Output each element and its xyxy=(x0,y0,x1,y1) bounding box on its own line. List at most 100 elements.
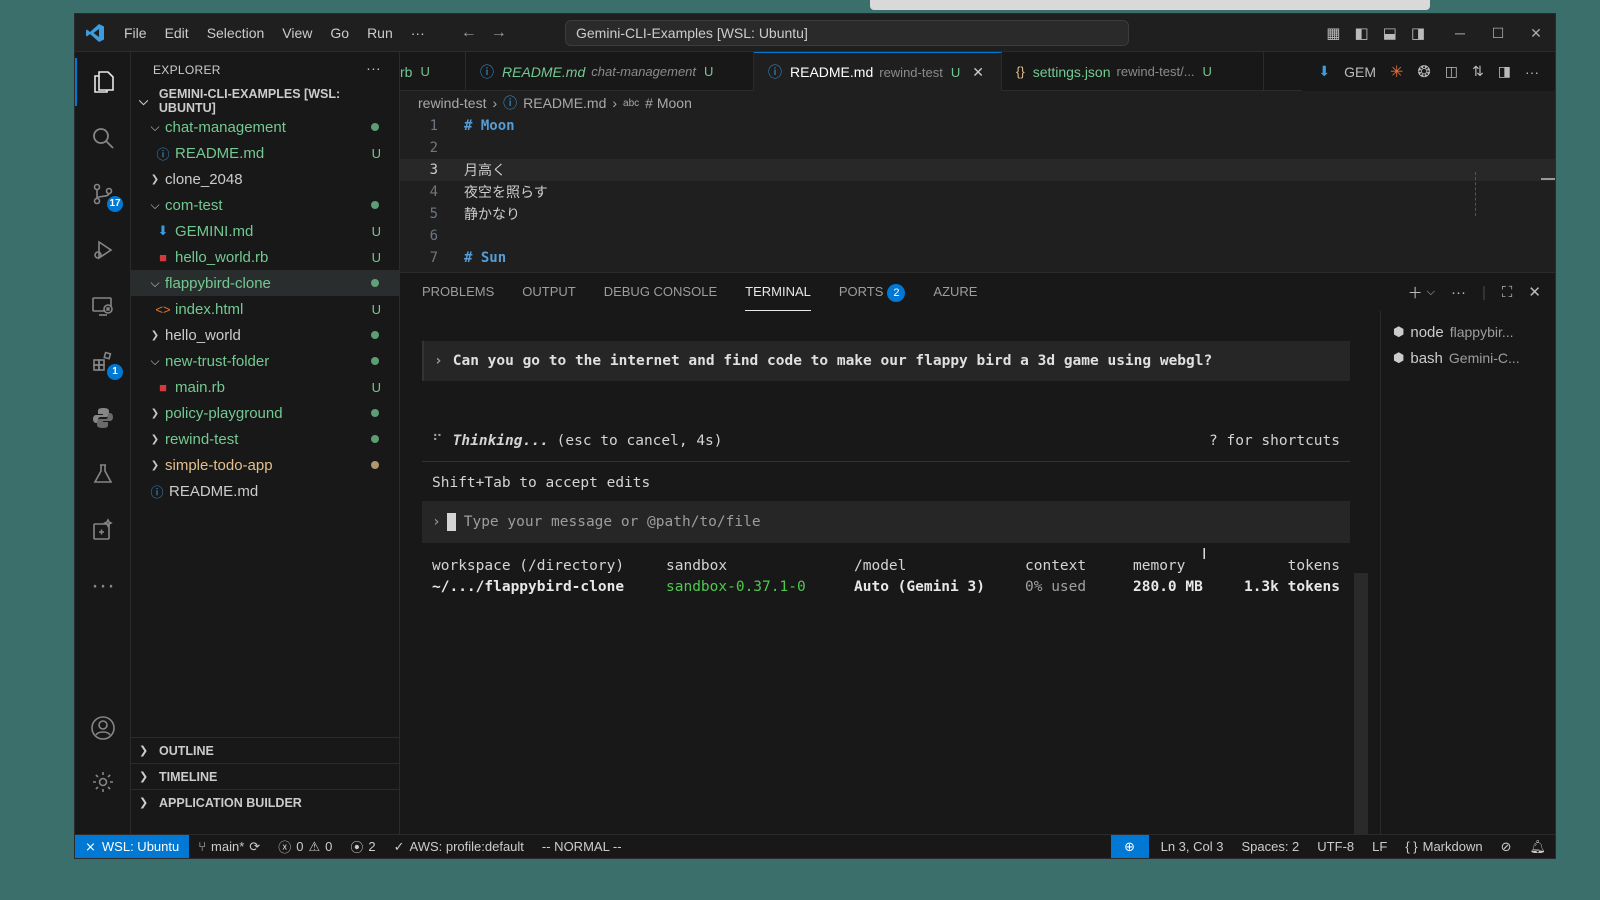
close-panel-icon[interactable]: ✕ xyxy=(1528,283,1541,301)
tree-folder[interactable]: ⌵ com-test xyxy=(131,192,399,218)
aws-profile[interactable]: ✓ AWS: profile:default xyxy=(385,839,533,855)
tab-output[interactable]: OUTPUT xyxy=(522,273,575,311)
gemini-download-icon[interactable]: ⬇ xyxy=(1318,63,1330,80)
message-input[interactable]: › Type your message or @path/to/file xyxy=(422,501,1350,543)
code-editor[interactable]: 1 # Moon 2 3 月高く 4 夜空を照らす 5 静かなり 6 7 # Sun xyxy=(400,115,1555,269)
tree-file[interactable]: <> index.html U xyxy=(131,296,399,322)
extensions-icon[interactable]: 1 xyxy=(75,338,131,386)
code-line[interactable]: 6 xyxy=(400,225,1555,247)
menu-more[interactable]: ··· xyxy=(402,14,434,52)
gem-label[interactable]: GEM xyxy=(1344,64,1376,80)
settings-gear-icon[interactable] xyxy=(75,758,131,806)
toggle-panel-icon[interactable]: ⬓ xyxy=(1383,24,1397,42)
open-preview-icon[interactable]: ◫ xyxy=(1445,63,1458,80)
code-line[interactable]: 5 静かなり xyxy=(400,203,1555,225)
breadcrumb-folder[interactable]: rewind-test xyxy=(418,95,486,111)
terminal-scrollbar[interactable] xyxy=(1354,573,1368,853)
run-debug-icon[interactable] xyxy=(75,226,131,274)
terminal-item-bash[interactable]: ⬢ bash Gemini-C... xyxy=(1381,345,1555,371)
source-control-icon[interactable]: 17 xyxy=(75,170,131,218)
remote-explorer-icon[interactable] xyxy=(75,282,131,330)
branch-indicator[interactable]: ⑂ main* ⟳ xyxy=(189,839,269,855)
tree-folder[interactable]: ❯ hello_world xyxy=(131,322,399,348)
menu-view[interactable]: View xyxy=(273,14,321,52)
testing-flask-icon[interactable] xyxy=(75,450,131,498)
command-center[interactable]: Gemini-CLI-Examples [WSL: Ubuntu] xyxy=(565,20,1129,46)
close-window-icon[interactable]: ✕ xyxy=(1517,14,1555,52)
tab-readme-rewind-test[interactable]: ⓘ README.md rewind-test U ✕ xyxy=(754,52,1002,91)
indentation[interactable]: Spaces: 2 xyxy=(1232,839,1308,854)
tree-folder[interactable]: ❯ simple-todo-app xyxy=(131,452,399,478)
tree-file[interactable]: ⬇ GEMINI.md U xyxy=(131,218,399,244)
claude-spark-icon[interactable]: ✳ xyxy=(1390,62,1403,82)
editor-scrollbar[interactable] xyxy=(1541,178,1555,180)
end-of-line[interactable]: LF xyxy=(1363,839,1396,854)
notifications-bell-icon[interactable]: 🔔︎ xyxy=(1520,839,1555,855)
breadcrumb-symbol[interactable]: # Moon xyxy=(645,95,692,111)
toggle-sidebar-icon[interactable]: ◧ xyxy=(1354,24,1368,42)
maximize-icon[interactable]: ☐ xyxy=(1479,14,1517,52)
forward-arrow-icon[interactable]: → xyxy=(484,24,514,42)
remote-indicator[interactable]: ⨯ WSL: Ubuntu xyxy=(75,834,190,858)
explorer-more-button[interactable]: ··· xyxy=(366,60,381,76)
code-line[interactable]: 4 夜空を照らす xyxy=(400,181,1555,203)
tree-folder[interactable]: ❯ policy-playground xyxy=(131,400,399,426)
language-mode[interactable]: { } Markdown xyxy=(1396,839,1491,854)
problems-indicator[interactable]: ⓧ 0 ⚠ 0 xyxy=(269,837,341,856)
tab-ports[interactable]: PORTS 2 xyxy=(839,273,906,311)
panel-more-icon[interactable]: ··· xyxy=(1451,284,1466,301)
menu-file[interactable]: File xyxy=(115,14,156,52)
split-editor-icon[interactable]: ◨ xyxy=(1498,63,1511,80)
copilot-icon[interactable]: ⊘ xyxy=(1492,839,1521,855)
minimap[interactable] xyxy=(1475,172,1485,216)
customize-layout-icon[interactable]: ▦ xyxy=(1326,24,1340,42)
tab-azure[interactable]: AZURE xyxy=(933,273,977,311)
minimize-icon[interactable]: ─ xyxy=(1441,14,1479,52)
code-line[interactable]: 3 月高く xyxy=(400,159,1555,181)
chevron-down-icon[interactable]: ⌵ xyxy=(1427,286,1435,299)
more-views-icon[interactable]: ··· xyxy=(75,562,131,610)
timeline-section[interactable]: ❯ TIMELINE xyxy=(131,763,399,789)
outline-section[interactable]: ❯ OUTLINE xyxy=(131,737,399,763)
close-tab-icon[interactable]: ✕ xyxy=(972,64,984,81)
tree-file[interactable]: ■ hello_world.rb U xyxy=(131,244,399,270)
tree-file[interactable]: ⓘ README.md U xyxy=(131,140,399,166)
tab-debug-console[interactable]: DEBUG CONSOLE xyxy=(604,273,717,311)
tab-problems[interactable]: PROBLEMS xyxy=(422,273,494,311)
python-icon[interactable] xyxy=(75,394,131,442)
ai-assistant-icon[interactable] xyxy=(75,506,131,554)
workspace-root[interactable]: ⌵ GEMINI-CLI-EXAMPLES [WSL: UBUNTU] xyxy=(131,87,399,115)
terminal[interactable]: › Can you go to the internet and find co… xyxy=(422,311,1350,834)
explorer-icon[interactable] xyxy=(75,58,131,106)
compare-changes-icon[interactable]: ⇅ xyxy=(1472,63,1484,80)
tree-folder[interactable]: ⌵ new-trust-folder xyxy=(131,348,399,374)
code-line[interactable]: 1 # Moon xyxy=(400,115,1555,137)
menu-edit[interactable]: Edit xyxy=(156,14,198,52)
account-icon[interactable] xyxy=(75,704,131,752)
tab-rb-file[interactable]: rb U xyxy=(400,52,466,91)
search-icon[interactable] xyxy=(75,114,131,162)
ports-indicator[interactable]: ⦿ 2 xyxy=(341,837,384,856)
tree-folder[interactable]: ❯ clone_2048 xyxy=(131,166,399,192)
tree-folder[interactable]: ⌵ flappybird-clone xyxy=(131,270,399,296)
tree-file[interactable]: ⓘ README.md xyxy=(131,478,399,504)
maximize-panel-icon[interactable]: ⛶ xyxy=(1502,284,1513,301)
tree-file[interactable]: ■ main.rb U xyxy=(131,374,399,400)
tree-folder[interactable]: ⌵ chat-management xyxy=(131,114,399,140)
openai-icon[interactable]: ❂ xyxy=(1417,62,1430,82)
zoom-icon[interactable]: ⊕ xyxy=(1110,834,1149,858)
sync-icon[interactable]: ⟳ xyxy=(249,839,260,855)
application-builder-section[interactable]: ❯ APPLICATION BUILDER xyxy=(131,789,399,815)
editor-more-icon[interactable]: ··· xyxy=(1525,64,1539,80)
tab-readme-chat-management[interactable]: ⓘ README.md chat-management U xyxy=(466,52,754,91)
tab-terminal[interactable]: TERMINAL xyxy=(745,273,811,311)
menu-selection[interactable]: Selection xyxy=(198,14,274,52)
menu-run[interactable]: Run xyxy=(358,14,402,52)
cursor-position[interactable]: Ln 3, Col 3 xyxy=(1149,839,1233,854)
new-terminal-icon[interactable]: ＋ xyxy=(1408,282,1423,303)
code-line[interactable]: 2 xyxy=(400,137,1555,159)
tree-folder[interactable]: ❯ rewind-test xyxy=(131,426,399,452)
back-arrow-icon[interactable]: ← xyxy=(454,24,484,42)
encoding[interactable]: UTF-8 xyxy=(1308,839,1363,854)
terminal-item-node[interactable]: ⬢ node flappybir... xyxy=(1381,319,1555,345)
